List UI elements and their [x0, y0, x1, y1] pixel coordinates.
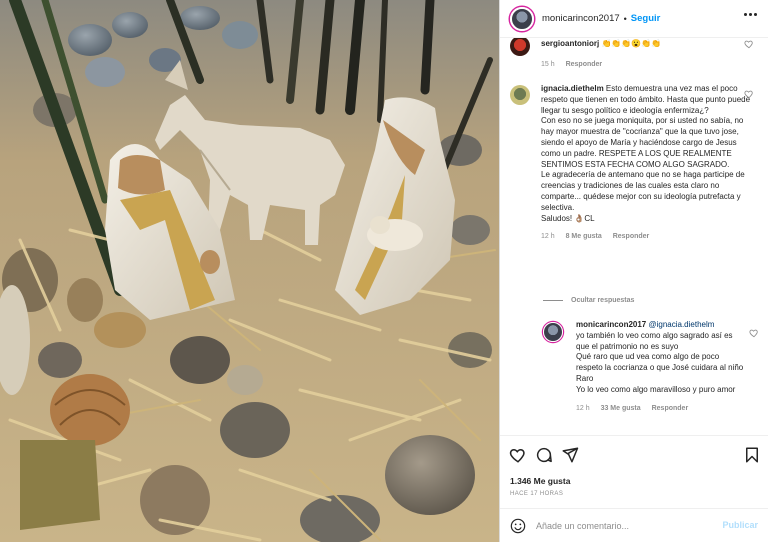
comment-meta: 15 h Responder — [541, 60, 753, 71]
comment-time[interactable]: 12 h — [541, 233, 555, 240]
comment-body: ignacia.diethelm Esto demuestra una vez … — [541, 84, 753, 243]
reply-username[interactable]: monicarincon2017 — [576, 320, 646, 329]
comment-reply-button[interactable]: Responder — [613, 233, 650, 240]
author-username[interactable]: monicarincon2017 — [542, 13, 620, 24]
post-actions: 1.346 Me gusta HACE 17 HORAS — [500, 435, 768, 508]
reply-likes[interactable]: 33 Me gusta — [601, 405, 641, 412]
comment-like-heart-icon[interactable] — [744, 39, 754, 49]
comment-input[interactable] — [536, 520, 706, 531]
comment-item: ignacia.diethelm Esto demuestra una vez … — [510, 84, 760, 294]
publish-button[interactable]: Publicar — [722, 520, 758, 530]
more-horizontal-icon[interactable] — [744, 13, 757, 16]
comment-username[interactable]: sergioantoniorj — [541, 39, 599, 48]
comment-icon[interactable] — [535, 446, 553, 464]
reply-item: monicarincon2017 @ignacia.diethelm yo ta… — [543, 320, 761, 435]
reply-mention[interactable]: @ignacia.diethelm — [648, 320, 714, 329]
comment-time[interactable]: 15 h — [541, 61, 555, 68]
reply-body: monicarincon2017 @ignacia.diethelm yo ta… — [576, 320, 744, 414]
comment-likes[interactable]: 8 Me gusta — [566, 233, 602, 240]
comment-body: sergioantoniorj 👏👏👏😮👏👏 15 h Responder — [541, 39, 753, 71]
hide-replies-line — [543, 300, 563, 301]
add-comment-bar: Publicar — [500, 508, 768, 542]
author-avatar[interactable] — [510, 6, 534, 31]
emoji-icon[interactable] — [510, 518, 526, 534]
comment-text: Esto demuestra una vez mas el poco respe… — [541, 84, 751, 223]
post-photo[interactable] — [0, 0, 499, 542]
comment-text: 👏👏👏😮👏👏 — [601, 39, 662, 48]
comment-item: sergioantoniorj 👏👏👏😮👏👏 15 h Responder — [510, 38, 760, 72]
hide-replies-button[interactable]: Ocultar respuestas — [543, 297, 634, 304]
comment-meta: 12 h 8 Me gusta Responder — [541, 232, 753, 243]
reply-text: yo también lo veo como algo sagrado así … — [576, 330, 744, 394]
hide-replies-label: Ocultar respuestas — [571, 297, 635, 304]
post-time[interactable]: HACE 17 HORAS — [510, 491, 563, 497]
reply-time[interactable]: 12 h — [576, 405, 590, 412]
post-side-panel: monicarincon2017 • Seguir sergioantonior… — [499, 0, 768, 542]
commenter-avatar[interactable] — [510, 85, 530, 105]
reply-meta: 12 h 33 Me gusta Responder — [576, 404, 744, 415]
comment-reply-button[interactable]: Responder — [566, 61, 603, 68]
nativity-photo — [0, 0, 499, 542]
reply-like-heart-icon[interactable] — [749, 328, 759, 338]
paper-plane-icon[interactable] — [561, 446, 579, 464]
header-separator: • — [623, 13, 627, 24]
comment-like-heart-icon[interactable] — [744, 89, 754, 99]
likes-count[interactable]: 1.346 Me gusta — [510, 476, 570, 486]
follow-button[interactable]: Seguir — [631, 13, 661, 24]
action-icons — [509, 446, 579, 464]
comments-list[interactable]: sergioantoniorj 👏👏👏😮👏👏 15 h Responder ig… — [500, 38, 768, 435]
reply-avatar[interactable] — [543, 322, 563, 342]
post-header: monicarincon2017 • Seguir — [500, 0, 768, 38]
heart-icon[interactable] — [509, 446, 527, 464]
comment-username[interactable]: ignacia.diethelm — [541, 84, 604, 93]
commenter-avatar[interactable] — [510, 38, 530, 56]
bookmark-icon[interactable] — [743, 446, 761, 464]
reply-reply-button[interactable]: Responder — [652, 405, 689, 412]
